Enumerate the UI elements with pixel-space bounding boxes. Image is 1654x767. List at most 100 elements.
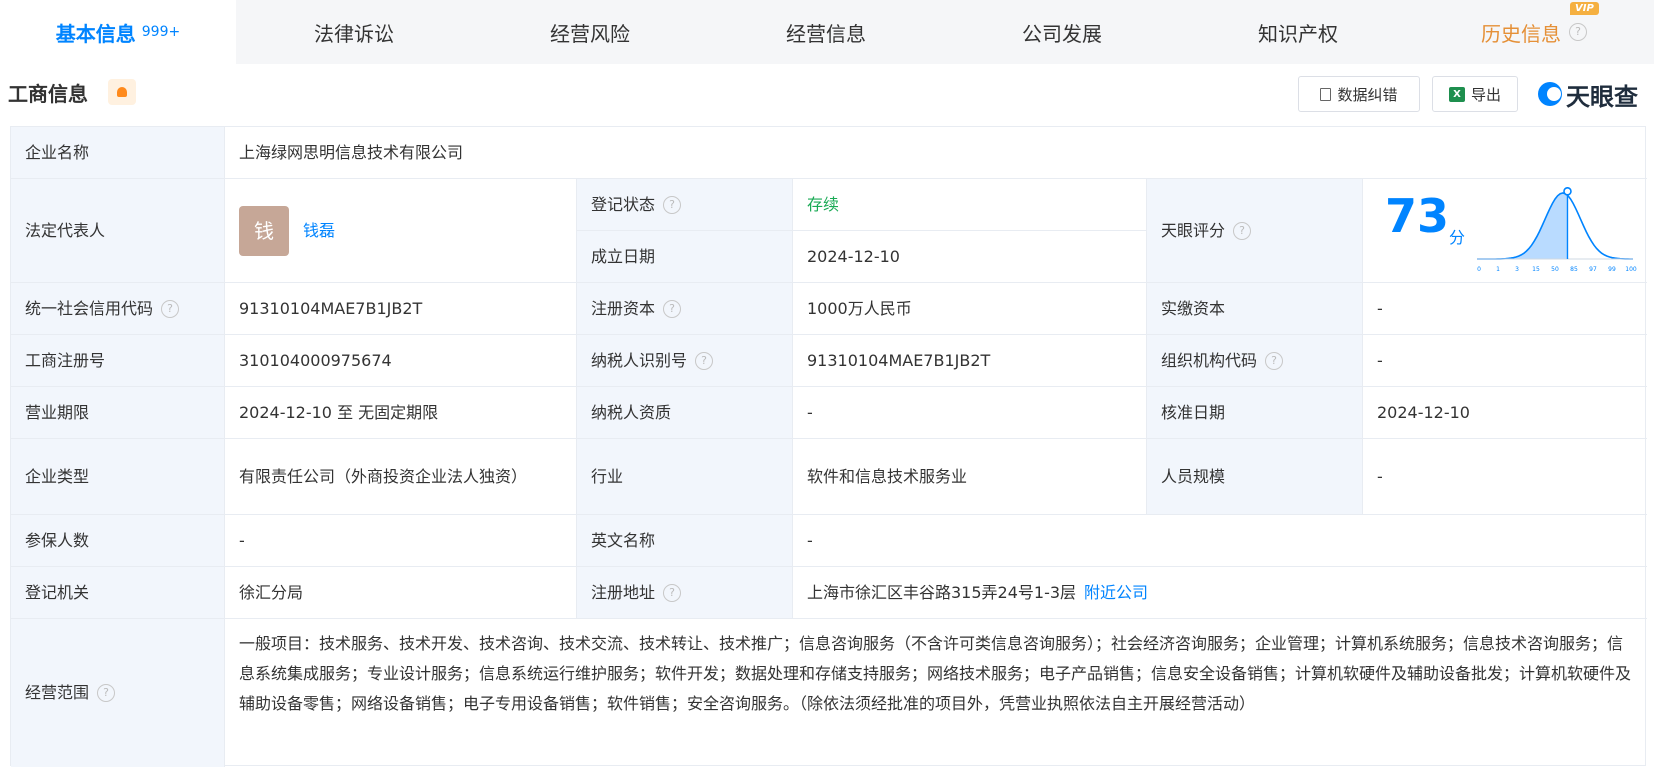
reg-address-value: 上海市徐汇区丰谷路315弄24号1-3层 [807,582,1077,602]
est-date-label: 成立日期 [577,231,793,283]
reg-no-value: 310104000975674 [225,335,577,387]
help-icon[interactable]: ? [1233,221,1252,240]
reg-authority-value: 徐汇分局 [225,567,577,619]
tab-bar: 基本信息 999+ 法律诉讼 经营风险 经营信息 公司发展 知识产权 VIP 历… [0,0,1654,64]
excel-icon: X [1448,86,1465,102]
industry-value: 软件和信息技术服务业 [793,439,1147,515]
legal-rep-label: 法定代表人 [11,179,225,283]
company-name-value: 上海绿网思明信息技术有限公司 [225,127,1647,179]
eye-logo-icon [1538,82,1562,106]
score-tick-label: 100 [1625,266,1637,273]
insured-label: 参保人数 [11,515,225,567]
score-area [1477,193,1568,259]
help-icon[interactable]: ? [663,195,682,214]
biz-scope-label-cell: 经营范围 ? [11,619,225,767]
score-value: 73 [1385,189,1450,243]
credit-code-value: 91310104MAE7B1JB2T [225,283,577,335]
english-name-value: - [793,515,1647,567]
legal-rep-cell: 钱 钱磊 [225,179,577,283]
paid-capital-label: 实缴资本 [1147,283,1363,335]
english-name-label: 英文名称 [577,515,793,567]
tab-label: 历史信息 [1481,21,1561,46]
approval-date-value: 2024-12-10 [1363,387,1647,439]
data-correction-button[interactable]: 数据纠错 [1298,76,1420,112]
tab-business-risk[interactable]: 经营风险 [472,0,708,64]
avatar[interactable]: 钱 [239,205,289,256]
tab-label: 法律诉讼 [314,21,394,46]
help-icon[interactable]: ? [161,299,180,318]
reg-address-label: 注册地址 [591,582,656,602]
score-cell[interactable]: 73 分 0 1 3 15 50 85 97 99 100 [1363,179,1647,283]
org-code-label: 组织机构代码 [1161,350,1258,370]
taxpayer-id-label-cell: 纳税人识别号 ? [577,335,793,387]
org-code-value: - [1363,335,1647,387]
reg-status-label-cell: 登记状态 ? [577,179,793,231]
paid-capital-value: - [1363,283,1647,335]
biz-term-label: 营业期限 [11,387,225,439]
reg-capital-label: 注册资本 [591,298,656,318]
score-tick-label: 50 [1551,266,1559,273]
score-label-cell: 天眼评分 ? [1147,179,1363,283]
score-tick-label: 15 [1532,266,1540,273]
tab-label: 基本信息 [55,21,136,46]
score-distribution-chart: 0 1 3 15 50 85 97 99 100 [1477,187,1637,273]
score-tick-label: 99 [1608,266,1616,273]
score-unit: 分 [1449,228,1466,247]
vip-badge: VIP [1570,2,1599,15]
score-tick-label: 0 [1477,266,1481,273]
reg-address-cell: 上海市徐汇区丰谷路315弄24号1-3层 附近公司 [793,567,1647,619]
company-name-label: 企业名称 [11,127,225,179]
reg-no-label: 工商注册号 [11,335,225,387]
staff-size-value: - [1363,439,1647,515]
score-tick-label: 97 [1589,266,1597,273]
data-correction-label: 数据纠错 [1337,85,1398,104]
tab-development[interactable]: 公司发展 [944,0,1180,64]
legal-rep-link[interactable]: 钱磊 [303,218,335,244]
tab-label: 知识产权 [1258,21,1338,46]
company-type-label: 企业类型 [11,439,225,515]
tab-legal[interactable]: 法律诉讼 [236,0,472,64]
help-icon[interactable]: ? [663,299,682,318]
document-icon [1320,87,1332,101]
logo-text: 天眼查 [1566,82,1638,111]
org-code-label-cell: 组织机构代码 ? [1147,335,1363,387]
est-date-value: 2024-12-10 [793,231,1147,283]
tab-business-info[interactable]: 经营信息 [708,0,944,64]
help-icon[interactable]: ? [1569,23,1587,41]
tab-label: 公司发展 [1022,21,1102,46]
score-label: 天眼评分 [1161,220,1226,240]
reg-authority-label: 登记机关 [11,567,225,619]
tab-label: 经营风险 [550,21,630,46]
staff-size-label: 人员规模 [1147,439,1363,515]
company-type-value: 有限责任公司（外商投资企业法人独资） [225,439,577,515]
help-icon[interactable]: ? [663,583,682,602]
credit-code-label: 统一社会信用代码 [25,298,154,318]
export-button[interactable]: X 导出 [1432,76,1518,112]
help-icon[interactable]: ? [695,351,714,370]
score-tick-label: 85 [1570,266,1578,273]
tab-basic-info[interactable]: 基本信息 999+ [0,0,236,64]
bell-icon[interactable] [108,79,136,105]
taxpayer-qual-value: - [793,387,1147,439]
reg-status-label: 登记状态 [591,194,656,214]
help-icon[interactable]: ? [97,684,116,702]
credit-code-label-cell: 统一社会信用代码 ? [11,283,225,335]
tab-ip[interactable]: 知识产权 [1180,0,1416,64]
approval-date-label: 核准日期 [1147,387,1363,439]
biz-scope-label: 经营范围 [25,683,90,702]
tab-history[interactable]: VIP 历史信息 ? [1416,0,1652,64]
tab-count-badge: 999+ [141,24,181,40]
section-header: 工商信息 数据纠错 X 导出 天眼查 [0,64,1654,122]
industry-label: 行业 [577,439,793,515]
score-tick-label: 1 [1496,266,1500,273]
export-label: 导出 [1470,85,1501,104]
biz-term-value: 2024-12-10 至 无固定期限 [225,387,577,439]
score-tick-label: 3 [1515,266,1519,273]
reg-status-value: 存续 [793,179,1147,231]
help-icon[interactable]: ? [1265,351,1284,370]
reg-capital-label-cell: 注册资本 ? [577,283,793,335]
reg-address-label-cell: 注册地址 ? [577,567,793,619]
taxpayer-id-value: 91310104MAE7B1JB2T [793,335,1147,387]
nearby-companies-link[interactable]: 附近公司 [1084,580,1148,606]
tab-label: 经营信息 [786,21,866,46]
